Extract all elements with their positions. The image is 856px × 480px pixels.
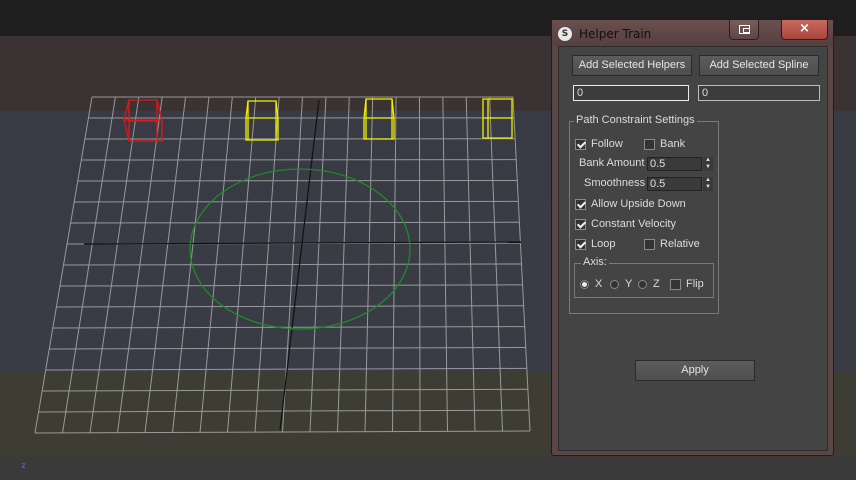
app-icon: S	[558, 27, 572, 41]
helper-box-yellow-2	[363, 98, 395, 140]
add-selected-helpers-button[interactable]: Add Selected Helpers	[572, 55, 692, 76]
spinner-down-icon[interactable]: ▼	[703, 164, 713, 171]
flip-checkbox-box[interactable]	[670, 278, 681, 290]
axis-y-label: Y	[625, 278, 633, 290]
allow-upside-down-label: Allow Upside Down	[591, 198, 686, 210]
radio-x-dot[interactable]	[580, 279, 589, 289]
dialog-client-area: Add Selected Helpers Add Selected Spline…	[558, 46, 828, 451]
flip-label: Flip	[686, 278, 704, 290]
helper-train-dialog: S Helper Train × Add Selected Helpers Ad…	[551, 19, 834, 456]
axis-radio-z[interactable]: Z	[638, 278, 660, 290]
follow-label: Follow	[591, 138, 623, 150]
allow-upside-down-checkbox-box[interactable]	[575, 198, 586, 210]
spinner-down-icon[interactable]: ▼	[703, 184, 713, 191]
smoothness-spinner[interactable]: ▲ ▼	[703, 177, 713, 191]
bank-checkbox[interactable]: Bank	[644, 137, 685, 151]
add-selected-spline-button[interactable]: Add Selected Spline	[699, 55, 819, 76]
constant-velocity-label: Constant Velocity	[591, 218, 676, 230]
spinner-up-icon[interactable]: ▲	[703, 177, 713, 184]
smoothness-input[interactable]: 0.5	[647, 177, 702, 191]
restore-icon	[738, 25, 750, 34]
radio-y-dot[interactable]	[610, 279, 619, 289]
helper-box-red	[123, 99, 163, 142]
dialog-title: Helper Train	[579, 27, 652, 41]
spline-field[interactable]: 0	[698, 85, 820, 101]
radio-z-dot[interactable]	[638, 279, 647, 289]
axis-x-label: X	[595, 278, 603, 290]
smoothness-label: Smoothness	[584, 177, 646, 189]
follow-checkbox-box[interactable]	[575, 138, 586, 150]
helper-box-yellow-3	[482, 98, 513, 139]
spinner-up-icon[interactable]: ▲	[703, 157, 713, 164]
bank-amount-spinner[interactable]: ▲ ▼	[703, 157, 713, 171]
bank-label: Bank	[660, 138, 686, 150]
grid-line	[63, 263, 522, 266]
viewport-axis-label: z	[21, 461, 26, 470]
floor-grid	[34, 96, 531, 434]
path-constraint-group: Path Constraint Settings Follow Bank Ban…	[569, 114, 719, 314]
apply-button[interactable]: Apply	[635, 360, 755, 381]
axis-radio-y[interactable]: Y	[610, 278, 632, 290]
loop-label: Loop	[591, 238, 616, 250]
bank-checkbox-box[interactable]	[644, 138, 655, 150]
path-constraint-title: Path Constraint Settings	[574, 114, 697, 126]
restore-button[interactable]	[729, 20, 759, 40]
close-button[interactable]: ×	[781, 20, 828, 40]
helpers-field[interactable]: 0	[573, 85, 689, 101]
axis-z-label: Z	[653, 278, 660, 290]
allow-upside-down-checkbox[interactable]: Allow Upside Down	[575, 197, 686, 211]
grid-line	[77, 180, 518, 182]
axis-radio-x[interactable]: X	[580, 278, 602, 290]
loop-checkbox[interactable]: Loop	[575, 237, 615, 251]
grid-line	[56, 305, 524, 308]
title-bar[interactable]: S Helper Train ×	[552, 20, 833, 46]
flip-checkbox[interactable]: Flip	[670, 277, 704, 291]
axis-title: Axis:	[581, 256, 609, 268]
relative-label: Relative	[660, 238, 700, 250]
relative-checkbox[interactable]: Relative	[644, 237, 700, 251]
bank-amount-label: Bank Amount	[579, 157, 645, 169]
grid-line	[52, 326, 525, 329]
bank-amount-input[interactable]: 0.5	[647, 157, 702, 171]
relative-checkbox-box[interactable]	[644, 238, 655, 250]
grid-line	[74, 200, 519, 203]
grid-line	[59, 284, 523, 287]
axis-group: Axis: X Y Z Flip	[574, 256, 714, 298]
loop-checkbox-box[interactable]	[575, 238, 586, 250]
constant-velocity-checkbox-box[interactable]	[575, 218, 586, 230]
constant-velocity-checkbox[interactable]: Constant Velocity	[575, 217, 676, 231]
follow-checkbox[interactable]: Follow	[575, 137, 623, 151]
grid-line	[70, 221, 520, 224]
helper-box-yellow-1	[245, 100, 279, 141]
